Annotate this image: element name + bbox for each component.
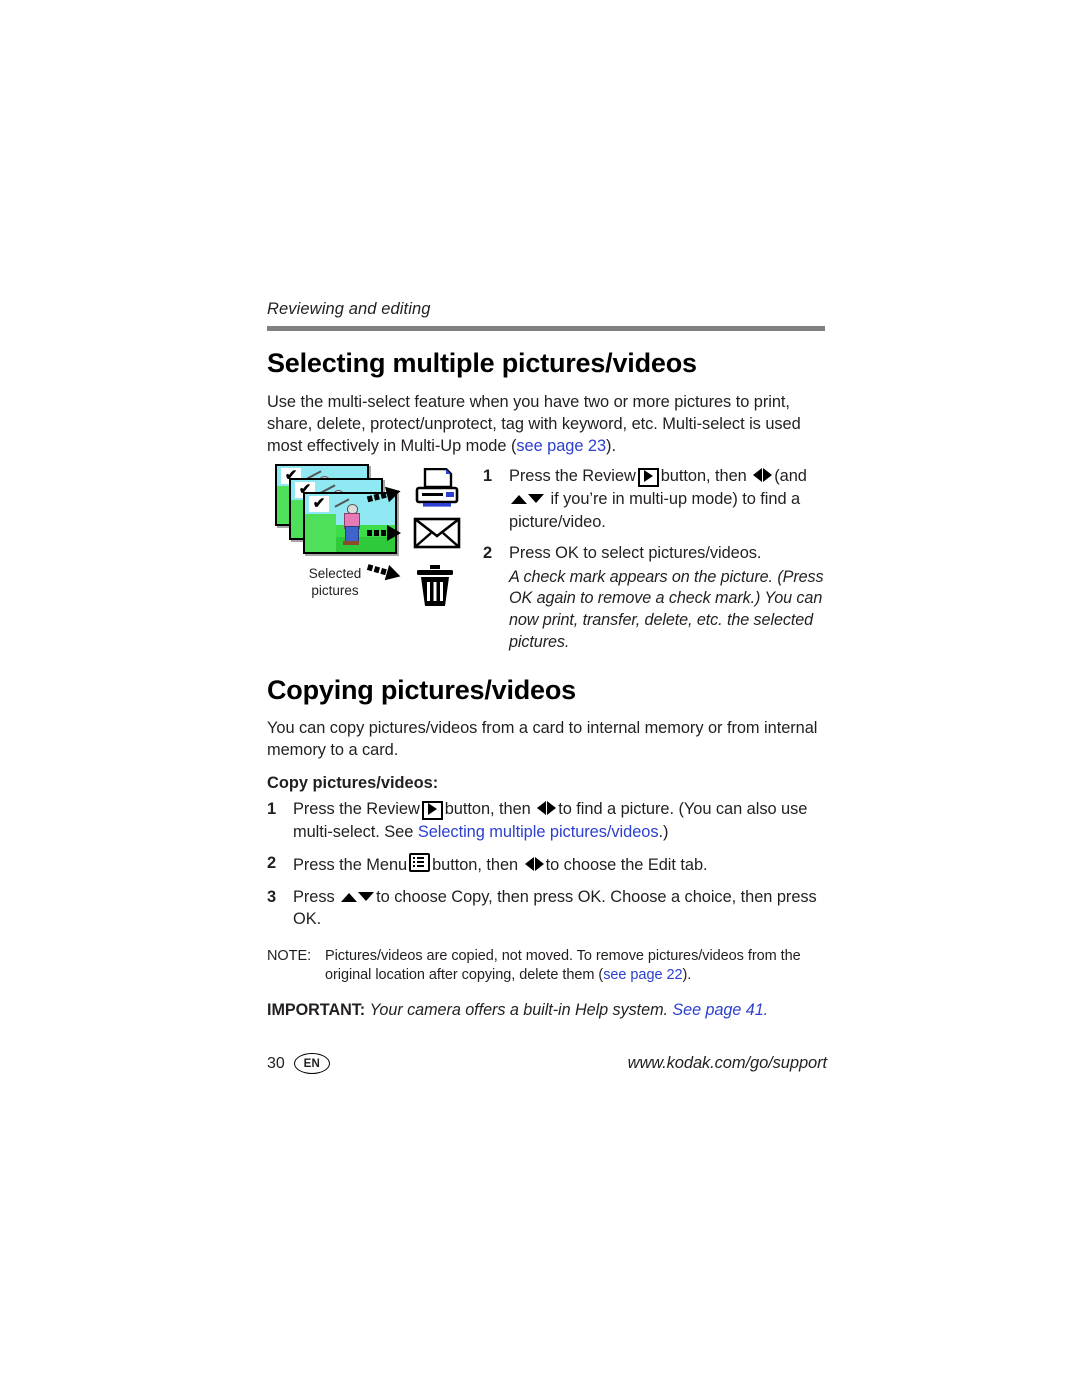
step-number: 1 [483,467,493,486]
step-number: 2 [483,543,493,562]
support-url[interactable]: www.kodak.com/go/support [628,1054,827,1073]
note-block: NOTE: Pictures/videos are copied, not mov… [267,947,827,985]
see-page-23-link[interactable]: see page 23 [516,437,606,455]
important-label: IMPORTANT: [267,1000,366,1019]
section1-intro: Use the multi-select feature when you ha… [267,392,827,458]
up-arrow-icon [341,892,358,902]
up-down-arrows-icon [341,888,375,910]
play-triangle-icon [643,470,653,483]
see-page-22-link[interactable]: see page 22 [603,967,682,983]
step-text-part4: .) [658,822,669,841]
page-footer: 30 EN www.kodak.com/go/support [267,1053,827,1074]
step-text-part2: button, then [444,800,531,819]
note-text-part2: ). [682,967,692,984]
down-arrow-icon [528,494,544,504]
section2-steps: 1 Press the Review button, then to find a … [267,799,827,931]
step-text-part1: Press the Menu [293,855,408,874]
step-number: 1 [267,800,277,819]
step-text-part1: Press the Review [293,800,420,819]
step-2-note: A check mark appears on the picture. (Pr… [509,567,824,651]
menu-dot [413,860,416,863]
step-text-part2: button, then [660,467,747,486]
page-content: Reviewing and editing Selecting multiple… [267,300,827,1020]
section2-intro: You can copy pictures/videos from a card… [267,719,818,760]
review-play-button-icon [637,468,659,488]
step-text-part3: (and [774,467,807,486]
important-text: Your camera offers a built-in Help syste… [369,1000,668,1019]
page-number: 30 [267,1054,285,1072]
play-triangle-icon [427,803,437,816]
step-text-part3: to choose the Edit tab. [545,855,708,874]
step-text-part4: if you’re in multi-up mode) to find a pi… [509,490,801,532]
copy-subheading: Copy pictures/videos: [267,774,439,793]
up-down-arrows-icon [511,490,544,512]
down-arrow-icon [358,891,375,901]
menu-line [417,864,425,867]
see-page-41-link[interactable]: See page 41. [672,1001,768,1019]
dashed-arrow-icon [365,560,405,589]
copy-step-1: 1 Press the Review button, then to find a … [267,799,827,844]
step-text-part2: button, then [432,855,519,874]
step-text-part1: Press the Review [509,467,636,486]
destination-icons [413,468,473,612]
header-rule [267,325,825,331]
step-text-part1: Press [293,887,335,906]
important-block: IMPORTANT: Your camera offers a built-in… [267,1001,827,1020]
golfer-shoes [343,540,359,545]
dashed-arrow-icon [365,484,405,511]
trash-icon [413,564,473,607]
left-arrow-icon [537,801,547,816]
menu-line [417,860,425,863]
left-right-arrows-icon [537,800,557,822]
step-number: 2 [267,853,277,872]
printer-icon [413,468,473,510]
step-number: 3 [267,887,277,906]
multiselect-illustration: ✔ ✔ ✔ Selected pictures [267,464,467,607]
envelope-icon [413,516,473,558]
copy-step-3: 3 Press to choose Copy, then press OK. Ch… [267,887,827,932]
note-text-part1: Pictures/videos are copied, not moved. T… [325,948,801,984]
multiselect-figure-block: ✔ ✔ ✔ Selected pictures 1 Press the Revi… [267,464,827,653]
dashed-arrow-icon [365,522,405,549]
arrow-row-print [365,480,415,518]
step-1: 1 Press the Review button, then (and if yo… [483,466,827,533]
menu-line [417,856,425,859]
section1-steps: 1 Press the Review button, then (and if yo… [483,466,827,653]
section-heading-selecting: Selecting multiple pictures/videos [267,347,697,378]
checkmark-icon: ✔ [309,496,329,513]
left-right-arrows-icon [753,467,773,489]
up-arrow-icon [511,495,527,505]
left-arrow-icon [753,468,763,483]
note-label: NOTE: [267,948,312,965]
section1-steps-container: 1 Press the Review button, then (and if yo… [483,464,827,653]
review-play-button-icon [421,801,443,821]
arrow-row-delete [365,556,415,594]
left-right-arrows-icon [524,856,544,878]
running-head: Reviewing and editing [267,300,431,318]
right-arrow-icon [547,801,557,816]
left-arrow-icon [524,856,534,871]
right-arrow-icon [763,468,773,483]
menu-button-icon [409,852,431,872]
right-arrow-icon [534,856,544,871]
section-heading-copying: Copying pictures/videos [267,674,576,705]
footer-left: 30 EN [267,1053,330,1074]
manual-page: Reviewing and editing Selecting multiple… [0,0,1080,1397]
flow-arrows [365,480,415,594]
menu-dot [413,856,416,859]
intro-text-part2: ). [606,437,616,456]
copy-step-2: 2 Press the Menu button, then to choose th… [267,852,827,878]
golfer-figure [334,498,363,548]
thumb-hill [305,514,336,553]
language-badge: EN [293,1053,330,1074]
step-text: Press OK to select pictures/videos. [509,543,762,562]
step-2: 2 Press OK to select pictures/videos. A c… [483,543,827,654]
selecting-multiple-link[interactable]: Selecting multiple pictures/videos [418,823,659,841]
menu-dot [413,864,416,867]
arrow-row-email [365,518,415,556]
